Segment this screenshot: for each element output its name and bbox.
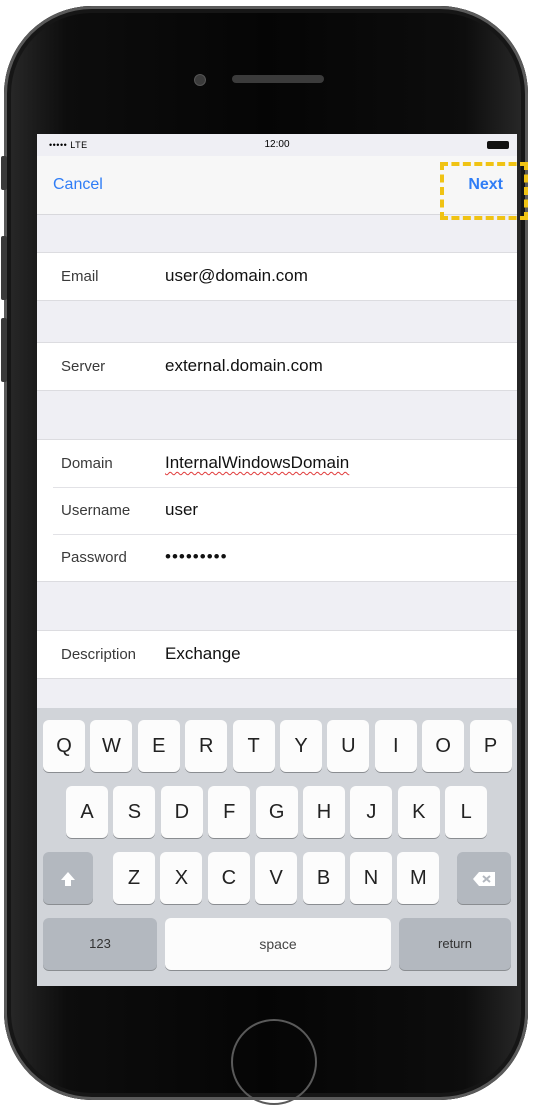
- key-v[interactable]: V: [255, 852, 298, 904]
- key-s[interactable]: S: [113, 786, 156, 838]
- key-w[interactable]: W: [90, 720, 133, 772]
- key-k[interactable]: K: [397, 786, 440, 838]
- key-z[interactable]: Z: [113, 852, 155, 904]
- key-n[interactable]: N: [350, 852, 392, 904]
- username-field[interactable]: user: [165, 500, 198, 520]
- mute-switch: [1, 156, 7, 190]
- next-button[interactable]: Next: [468, 176, 503, 194]
- cancel-button[interactable]: Cancel: [53, 176, 103, 194]
- status-time: 12:00: [264, 139, 290, 150]
- key-q[interactable]: Q: [43, 720, 85, 772]
- server-field[interactable]: external.domain.com: [165, 356, 323, 376]
- key-p[interactable]: P: [469, 720, 512, 772]
- space-key[interactable]: space: [165, 918, 391, 970]
- domain-row[interactable]: Domain InternalWindowsDomain: [37, 440, 517, 487]
- username-row[interactable]: Username user: [37, 487, 517, 534]
- key-a[interactable]: A: [66, 786, 108, 838]
- key-d[interactable]: D: [160, 786, 203, 838]
- key-b[interactable]: B: [302, 852, 345, 904]
- front-camera: [194, 74, 206, 86]
- status-bar: ••••• LTE 12:00: [37, 134, 517, 156]
- key-h[interactable]: H: [303, 786, 345, 838]
- key-r[interactable]: R: [185, 720, 228, 772]
- description-group: Description Exchange: [37, 630, 517, 679]
- key-c[interactable]: C: [207, 852, 250, 904]
- key-l[interactable]: L: [445, 786, 488, 838]
- password-row[interactable]: Password •••••••••: [37, 534, 517, 581]
- description-row[interactable]: Description Exchange: [37, 631, 517, 678]
- return-key[interactable]: return: [399, 918, 511, 970]
- key-e[interactable]: E: [137, 720, 180, 772]
- email-group: Email user@domain.com: [37, 252, 517, 301]
- description-field[interactable]: Exchange: [165, 644, 241, 664]
- key-g[interactable]: G: [255, 786, 298, 838]
- home-button[interactable]: [228, 1016, 320, 1108]
- phone-screen: ••••• LTE 12:00 Cancel Next Email user@d…: [37, 134, 517, 986]
- domain-label: Domain: [61, 455, 113, 472]
- key-x[interactable]: X: [160, 852, 203, 904]
- email-field[interactable]: user@domain.com: [165, 266, 308, 286]
- delete-icon: [473, 871, 495, 886]
- volume-down-button: [1, 318, 7, 382]
- password-label: Password: [61, 549, 127, 566]
- battery-icon: [487, 141, 509, 149]
- username-label: Username: [61, 502, 131, 519]
- email-row[interactable]: Email user@domain.com: [37, 253, 517, 300]
- shift-icon: [61, 871, 75, 886]
- key-m[interactable]: M: [397, 852, 440, 904]
- numbers-key[interactable]: 123: [43, 918, 157, 970]
- key-o[interactable]: O: [422, 720, 465, 772]
- key-y[interactable]: Y: [280, 720, 322, 772]
- key-i[interactable]: I: [374, 720, 417, 772]
- key-f[interactable]: F: [208, 786, 251, 838]
- earpiece-speaker: [232, 75, 324, 83]
- volume-up-button: [1, 236, 7, 300]
- navigation-bar: Cancel Next: [37, 156, 517, 215]
- key-j[interactable]: J: [350, 786, 393, 838]
- delete-key[interactable]: [457, 852, 511, 904]
- keyboard: QWERTYUIOP ASDFGHJKL ZXCVBNM 123 space r…: [37, 708, 517, 986]
- description-label: Description: [61, 646, 137, 663]
- password-field[interactable]: •••••••••: [165, 547, 228, 567]
- key-u[interactable]: U: [327, 720, 370, 772]
- key-t[interactable]: T: [232, 720, 275, 772]
- domain-field[interactable]: InternalWindowsDomain: [165, 453, 349, 473]
- email-label: Email: [61, 268, 99, 285]
- server-label: Server: [61, 358, 106, 375]
- server-row[interactable]: Server external.domain.com: [37, 343, 517, 390]
- server-group: Server external.domain.com: [37, 342, 517, 391]
- credentials-group: Domain InternalWindowsDomain Username us…: [37, 439, 517, 582]
- shift-key[interactable]: [43, 852, 93, 904]
